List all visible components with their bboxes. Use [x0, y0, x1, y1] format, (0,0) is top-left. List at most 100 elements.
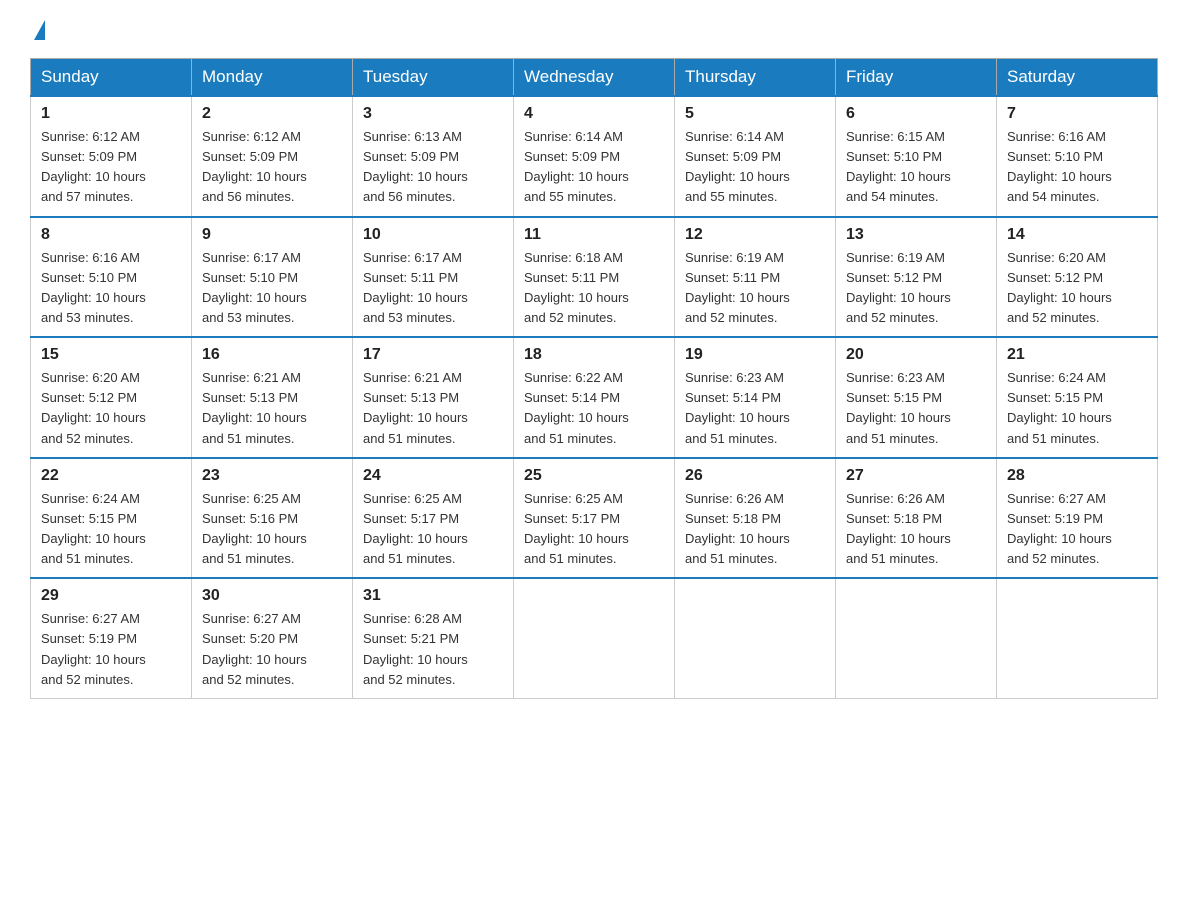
calendar-cell [514, 578, 675, 698]
day-info: Sunrise: 6:25 AMSunset: 5:16 PMDaylight:… [202, 489, 342, 570]
calendar-cell: 24 Sunrise: 6:25 AMSunset: 5:17 PMDaylig… [353, 458, 514, 579]
day-info: Sunrise: 6:12 AMSunset: 5:09 PMDaylight:… [41, 127, 181, 208]
day-info: Sunrise: 6:21 AMSunset: 5:13 PMDaylight:… [202, 368, 342, 449]
day-info: Sunrise: 6:27 AMSunset: 5:19 PMDaylight:… [1007, 489, 1147, 570]
day-info: Sunrise: 6:14 AMSunset: 5:09 PMDaylight:… [685, 127, 825, 208]
day-number: 23 [202, 467, 342, 485]
calendar-cell: 5 Sunrise: 6:14 AMSunset: 5:09 PMDayligh… [675, 96, 836, 217]
day-number: 27 [846, 467, 986, 485]
day-info: Sunrise: 6:26 AMSunset: 5:18 PMDaylight:… [685, 489, 825, 570]
day-number: 14 [1007, 226, 1147, 244]
day-info: Sunrise: 6:17 AMSunset: 5:11 PMDaylight:… [363, 248, 503, 329]
day-number: 7 [1007, 105, 1147, 123]
weekday-header-tuesday: Tuesday [353, 59, 514, 97]
day-number: 13 [846, 226, 986, 244]
day-number: 3 [363, 105, 503, 123]
day-number: 28 [1007, 467, 1147, 485]
calendar-week-row: 22 Sunrise: 6:24 AMSunset: 5:15 PMDaylig… [31, 458, 1158, 579]
day-number: 15 [41, 346, 181, 364]
day-number: 6 [846, 105, 986, 123]
day-number: 19 [685, 346, 825, 364]
calendar-week-row: 8 Sunrise: 6:16 AMSunset: 5:10 PMDayligh… [31, 217, 1158, 338]
calendar-week-row: 1 Sunrise: 6:12 AMSunset: 5:09 PMDayligh… [31, 96, 1158, 217]
day-info: Sunrise: 6:22 AMSunset: 5:14 PMDaylight:… [524, 368, 664, 449]
day-number: 29 [41, 587, 181, 605]
calendar-cell: 10 Sunrise: 6:17 AMSunset: 5:11 PMDaylig… [353, 217, 514, 338]
calendar-cell: 4 Sunrise: 6:14 AMSunset: 5:09 PMDayligh… [514, 96, 675, 217]
calendar-cell: 8 Sunrise: 6:16 AMSunset: 5:10 PMDayligh… [31, 217, 192, 338]
weekday-header-friday: Friday [836, 59, 997, 97]
day-number: 22 [41, 467, 181, 485]
page-header [30, 20, 1158, 40]
day-number: 1 [41, 105, 181, 123]
calendar-cell [675, 578, 836, 698]
day-number: 12 [685, 226, 825, 244]
day-info: Sunrise: 6:16 AMSunset: 5:10 PMDaylight:… [41, 248, 181, 329]
day-info: Sunrise: 6:14 AMSunset: 5:09 PMDaylight:… [524, 127, 664, 208]
day-info: Sunrise: 6:17 AMSunset: 5:10 PMDaylight:… [202, 248, 342, 329]
calendar-week-row: 15 Sunrise: 6:20 AMSunset: 5:12 PMDaylig… [31, 337, 1158, 458]
calendar-cell: 2 Sunrise: 6:12 AMSunset: 5:09 PMDayligh… [192, 96, 353, 217]
day-number: 18 [524, 346, 664, 364]
calendar-cell: 17 Sunrise: 6:21 AMSunset: 5:13 PMDaylig… [353, 337, 514, 458]
weekday-header-thursday: Thursday [675, 59, 836, 97]
day-number: 26 [685, 467, 825, 485]
weekday-header-sunday: Sunday [31, 59, 192, 97]
calendar-cell: 27 Sunrise: 6:26 AMSunset: 5:18 PMDaylig… [836, 458, 997, 579]
weekday-header-monday: Monday [192, 59, 353, 97]
calendar-cell: 28 Sunrise: 6:27 AMSunset: 5:19 PMDaylig… [997, 458, 1158, 579]
calendar-cell: 30 Sunrise: 6:27 AMSunset: 5:20 PMDaylig… [192, 578, 353, 698]
weekday-header-saturday: Saturday [997, 59, 1158, 97]
calendar-cell: 7 Sunrise: 6:16 AMSunset: 5:10 PMDayligh… [997, 96, 1158, 217]
calendar-cell: 12 Sunrise: 6:19 AMSunset: 5:11 PMDaylig… [675, 217, 836, 338]
day-info: Sunrise: 6:20 AMSunset: 5:12 PMDaylight:… [41, 368, 181, 449]
day-number: 24 [363, 467, 503, 485]
day-info: Sunrise: 6:24 AMSunset: 5:15 PMDaylight:… [1007, 368, 1147, 449]
calendar-cell: 1 Sunrise: 6:12 AMSunset: 5:09 PMDayligh… [31, 96, 192, 217]
calendar-week-row: 29 Sunrise: 6:27 AMSunset: 5:19 PMDaylig… [31, 578, 1158, 698]
calendar-cell: 22 Sunrise: 6:24 AMSunset: 5:15 PMDaylig… [31, 458, 192, 579]
calendar-cell: 14 Sunrise: 6:20 AMSunset: 5:12 PMDaylig… [997, 217, 1158, 338]
logo [30, 20, 47, 40]
calendar-table: SundayMondayTuesdayWednesdayThursdayFrid… [30, 58, 1158, 699]
day-info: Sunrise: 6:18 AMSunset: 5:11 PMDaylight:… [524, 248, 664, 329]
day-info: Sunrise: 6:27 AMSunset: 5:20 PMDaylight:… [202, 609, 342, 690]
calendar-cell: 26 Sunrise: 6:26 AMSunset: 5:18 PMDaylig… [675, 458, 836, 579]
day-info: Sunrise: 6:26 AMSunset: 5:18 PMDaylight:… [846, 489, 986, 570]
day-number: 11 [524, 226, 664, 244]
day-info: Sunrise: 6:12 AMSunset: 5:09 PMDaylight:… [202, 127, 342, 208]
day-info: Sunrise: 6:16 AMSunset: 5:10 PMDaylight:… [1007, 127, 1147, 208]
calendar-cell: 25 Sunrise: 6:25 AMSunset: 5:17 PMDaylig… [514, 458, 675, 579]
calendar-cell: 18 Sunrise: 6:22 AMSunset: 5:14 PMDaylig… [514, 337, 675, 458]
day-number: 5 [685, 105, 825, 123]
day-number: 20 [846, 346, 986, 364]
calendar-cell: 13 Sunrise: 6:19 AMSunset: 5:12 PMDaylig… [836, 217, 997, 338]
day-info: Sunrise: 6:23 AMSunset: 5:15 PMDaylight:… [846, 368, 986, 449]
day-info: Sunrise: 6:24 AMSunset: 5:15 PMDaylight:… [41, 489, 181, 570]
calendar-cell: 16 Sunrise: 6:21 AMSunset: 5:13 PMDaylig… [192, 337, 353, 458]
weekday-header-wednesday: Wednesday [514, 59, 675, 97]
day-info: Sunrise: 6:28 AMSunset: 5:21 PMDaylight:… [363, 609, 503, 690]
day-info: Sunrise: 6:23 AMSunset: 5:14 PMDaylight:… [685, 368, 825, 449]
calendar-cell [836, 578, 997, 698]
day-number: 16 [202, 346, 342, 364]
day-number: 30 [202, 587, 342, 605]
day-number: 17 [363, 346, 503, 364]
day-info: Sunrise: 6:15 AMSunset: 5:10 PMDaylight:… [846, 127, 986, 208]
calendar-cell: 21 Sunrise: 6:24 AMSunset: 5:15 PMDaylig… [997, 337, 1158, 458]
calendar-cell: 9 Sunrise: 6:17 AMSunset: 5:10 PMDayligh… [192, 217, 353, 338]
day-info: Sunrise: 6:13 AMSunset: 5:09 PMDaylight:… [363, 127, 503, 208]
day-info: Sunrise: 6:25 AMSunset: 5:17 PMDaylight:… [363, 489, 503, 570]
day-number: 31 [363, 587, 503, 605]
calendar-cell: 6 Sunrise: 6:15 AMSunset: 5:10 PMDayligh… [836, 96, 997, 217]
day-info: Sunrise: 6:21 AMSunset: 5:13 PMDaylight:… [363, 368, 503, 449]
day-info: Sunrise: 6:25 AMSunset: 5:17 PMDaylight:… [524, 489, 664, 570]
calendar-cell [997, 578, 1158, 698]
day-number: 25 [524, 467, 664, 485]
calendar-cell: 29 Sunrise: 6:27 AMSunset: 5:19 PMDaylig… [31, 578, 192, 698]
day-number: 21 [1007, 346, 1147, 364]
calendar-cell: 3 Sunrise: 6:13 AMSunset: 5:09 PMDayligh… [353, 96, 514, 217]
day-number: 8 [41, 226, 181, 244]
logo-text [30, 20, 47, 40]
weekday-header-row: SundayMondayTuesdayWednesdayThursdayFrid… [31, 59, 1158, 97]
